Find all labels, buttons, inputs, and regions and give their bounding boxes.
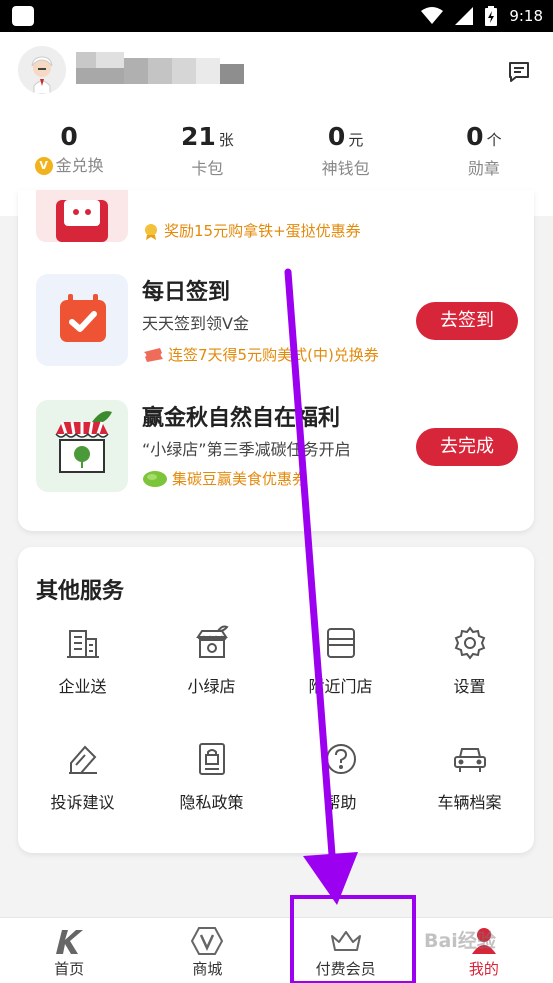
stat-unit: 张 [218,131,234,149]
checkin-button[interactable]: 去签到 [416,302,518,340]
green-store-icon [195,625,229,658]
crown-icon [330,931,361,951]
stat-label: 神钱包 [321,159,370,178]
complete-button[interactable]: 去完成 [416,428,518,466]
mall-v-icon [191,927,224,955]
nav-label: 商城 [192,960,223,978]
service-label: 车辆档案 [437,793,502,812]
service-feedback[interactable]: 投诉建议 [18,741,147,821]
coffee-cup-thumbnail [36,190,128,242]
service-vehicle-records[interactable]: 车辆档案 [405,741,534,821]
task-daily-checkin: 每日签到 天天签到领V金 连签7天得5元购美式(中)兑换券 去签到 [36,274,518,370]
car-icon [453,748,486,772]
services-grid: 企业送 小绿店 附近门店 设置 投诉建议 隐私政策 帮助 车辆档案 [18,625,534,821]
v-coin-icon: V [34,157,53,175]
task-card: 奖励15元购拿铁+蛋挞优惠券 每日签到 天天签到领V金 连签7天得5元购美式(中… [18,190,534,531]
building-icon [66,630,99,658]
help-icon [325,744,356,774]
message-icon[interactable] [507,60,531,84]
reward-text: 连签7天得5元购美式(中)兑换券 [168,346,379,364]
service-privacy-policy[interactable]: 隐私政策 [147,741,276,821]
calendar-thumbnail [36,274,128,366]
profile-header: 0 V 金兑换 21 张 卡包 0元 神钱包 0个 勋章 [0,32,553,216]
home-k-icon [56,930,84,954]
gear-icon [454,626,485,660]
service-settings[interactable]: 设置 [405,625,534,705]
avatar[interactable] [18,46,66,94]
other-services-card: 其他服务 企业送 小绿店 附近门店 设置 投诉建议 隐私政策 帮助 车辆档案 [18,547,534,853]
ticket-icon [144,347,163,362]
stat-unit: 个 [486,131,502,149]
service-green-store[interactable]: 小绿店 [147,625,276,705]
task-green-store: 赢金秋自然自在福利 “小绿店”第三季减碳任务开启 集碳豆赢美食优惠券 去完成 [36,400,518,496]
service-label: 附近门店 [308,677,373,696]
task-desc: 天天签到领V金 [142,314,249,333]
service-help[interactable]: 帮助 [276,741,405,821]
service-label: 企业送 [58,677,107,696]
service-label: 投诉建议 [50,793,115,812]
service-label: 设置 [453,677,486,696]
watermark: Bai经验 [424,930,496,952]
service-nearby-stores[interactable]: 附近门店 [276,625,405,705]
nav-home[interactable]: 首页 [0,918,138,983]
nav-label: 首页 [54,960,85,978]
carbon-bean-icon [143,470,167,487]
service-enterprise-delivery[interactable]: 企业送 [18,625,147,705]
stat-vcoin[interactable]: 0 V 金兑换 [0,120,138,190]
stat-medals[interactable]: 0个 勋章 [415,120,553,190]
stat-value: 0 [466,122,484,151]
battery-icon [485,6,498,26]
nav-paid-membership[interactable]: 付费会员 [277,918,415,983]
stat-label: 勋章 [467,159,500,178]
green-store-thumbnail [36,400,128,492]
stat-value: 0 [327,122,346,151]
nav-mall[interactable]: 商城 [138,918,276,983]
signal-icon [455,7,474,25]
reward-line: 奖励15元购拿铁+蛋挞优惠券 [142,220,361,241]
section-title: 其他服务 [36,579,125,604]
task-desc: “小绿店”第三季减碳任务开启 [142,440,351,459]
stat-wallet[interactable]: 0元 神钱包 [277,120,415,190]
medal-icon [145,223,157,240]
stat-value: 0 [60,122,78,151]
task-title: 每日签到 [142,280,231,305]
feedback-icon [68,745,97,774]
wifi-icon [421,7,444,24]
store-icon [326,628,355,658]
task-title: 赢金秋自然自在福利 [142,406,341,431]
nav-label: 我的 [468,960,499,978]
reward-line: 连签7天得5元购美式(中)兑换券 [142,344,379,365]
clock: 9:18 [509,7,543,25]
reward-text: 奖励15元购拿铁+蛋挞优惠券 [164,222,361,240]
reward-line: 集碳豆赢美食优惠券 [142,468,307,489]
stat-unit: 元 [348,131,364,149]
stat-cards[interactable]: 21 张 卡包 [138,120,276,190]
privacy-icon [198,743,225,775]
stat-label: 金兑换 [55,156,104,175]
service-label: 小绿店 [187,677,236,696]
status-bar: 9:18 [0,0,553,32]
stats-row: 0 V 金兑换 21 张 卡包 0元 神钱包 0个 勋章 [0,120,553,190]
reward-text: 集碳豆赢美食优惠券 [172,470,308,488]
service-label: 帮助 [324,793,357,812]
username-blurred [76,52,244,84]
notification-icon [12,6,34,26]
service-label: 隐私政策 [179,793,244,812]
stat-label: 卡包 [191,159,224,178]
nav-label: 付费会员 [315,960,376,978]
stat-value: 21 [180,122,216,151]
